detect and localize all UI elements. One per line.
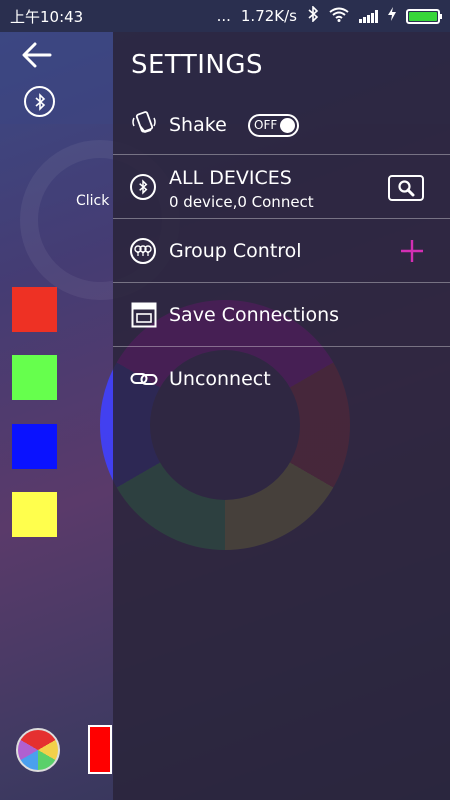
wifi-icon	[329, 7, 349, 26]
swatch-red[interactable]	[12, 287, 57, 332]
bluetooth-icon	[307, 5, 319, 26]
plus-icon	[401, 240, 423, 262]
swatch-yellow[interactable]	[12, 492, 57, 537]
swatch-blue[interactable]	[12, 424, 57, 469]
bluetooth-icon	[34, 92, 45, 111]
current-color-indicator	[88, 725, 112, 774]
bluetooth-button[interactable]	[24, 86, 55, 117]
device-count: 0 device,0 Connect	[169, 193, 314, 211]
save-connections-label: Save Connections	[169, 304, 340, 326]
battery-icon	[406, 8, 442, 24]
toggle-text: OFF	[254, 118, 278, 132]
group-bulbs-icon	[130, 238, 156, 264]
add-group-button[interactable]	[400, 237, 424, 267]
status-indicators: ... 1.72K/s	[216, 5, 442, 26]
settings-drawer: SETTINGS Shake OFF ALL DEVICES 0 device,…	[113, 32, 450, 800]
shake-phone-icon	[130, 109, 158, 137]
signal-icon	[359, 9, 378, 23]
search-icon	[398, 180, 415, 197]
status-bar: 上午10:43 ... 1.72K/s	[0, 0, 450, 32]
shake-toggle[interactable]: OFF	[248, 114, 299, 137]
toggle-knob	[280, 118, 295, 133]
back-arrow-icon[interactable]	[22, 40, 52, 74]
save-window-icon	[130, 301, 158, 329]
all-devices-label: ALL DEVICES	[169, 167, 292, 189]
unconnect-label: Unconnect	[169, 368, 271, 390]
network-speed: 1.72K/s	[240, 7, 297, 25]
group-control-label: Group Control	[169, 240, 302, 262]
settings-row-unconnect[interactable]: Unconnect	[113, 348, 450, 411]
status-dots: ...	[216, 7, 231, 25]
color-wheel-button[interactable]	[16, 728, 60, 772]
instruction-text: Click	[76, 193, 110, 209]
search-devices-button[interactable]	[388, 175, 424, 201]
swatch-green[interactable]	[12, 355, 57, 400]
link-icon	[130, 365, 158, 393]
settings-row-save-connections[interactable]: Save Connections	[113, 284, 450, 347]
charging-icon	[388, 7, 396, 25]
drawer-title: SETTINGS	[131, 50, 264, 80]
bluetooth-icon	[130, 174, 156, 200]
status-time: 上午10:43	[10, 7, 84, 26]
shake-label: Shake	[169, 114, 227, 136]
